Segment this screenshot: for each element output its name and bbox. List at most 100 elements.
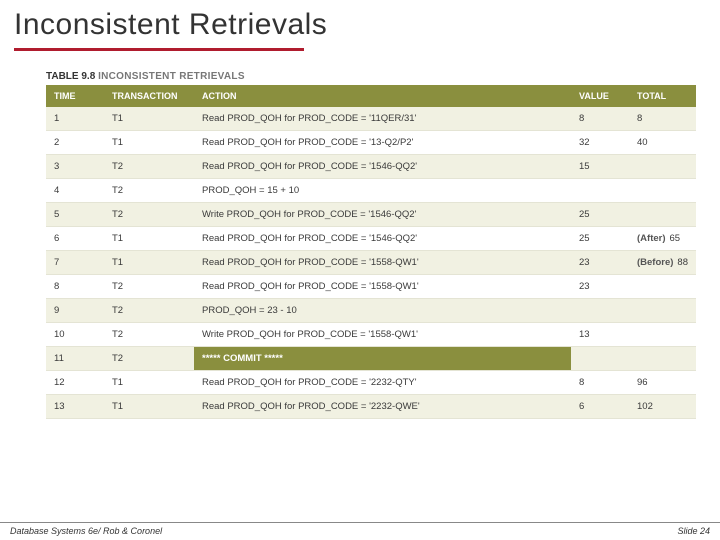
cell-transaction: T2: [104, 299, 194, 323]
total-value: 96: [637, 377, 648, 388]
table-row: 5T2Write PROD_QOH for PROD_CODE = '1546-…: [46, 203, 696, 227]
cell-total: 40: [629, 131, 696, 155]
cell-action: Write PROD_QOH for PROD_CODE = '1546-QQ2…: [194, 203, 571, 227]
cell-action: Read PROD_QOH for PROD_CODE = '11QER/31': [194, 107, 571, 131]
cell-action: Read PROD_QOH for PROD_CODE = '2232-QWE': [194, 395, 571, 419]
total-value: 40: [637, 137, 648, 148]
cell-transaction: T1: [104, 131, 194, 155]
cell-action: Read PROD_QOH for PROD_CODE = '2232-QTY': [194, 371, 571, 395]
cell-value: 6: [571, 395, 629, 419]
cell-time: 8: [46, 275, 104, 299]
table-row: 11T2***** COMMIT *****: [46, 347, 696, 371]
cell-action: Read PROD_QOH for PROD_CODE = '1558-QW1': [194, 251, 571, 275]
cell-time: 2: [46, 131, 104, 155]
cell-value: 23: [571, 251, 629, 275]
cell-total: [629, 323, 696, 347]
cell-transaction: T1: [104, 107, 194, 131]
total-value: 8: [637, 113, 642, 124]
table-row: 2T1Read PROD_QOH for PROD_CODE = '13-Q2/…: [46, 131, 696, 155]
cell-time: 12: [46, 371, 104, 395]
table-row: 4T2PROD_QOH = 15 + 10: [46, 179, 696, 203]
cell-time: 11: [46, 347, 104, 371]
cell-transaction: T1: [104, 227, 194, 251]
cell-total: 8: [629, 107, 696, 131]
cell-total: (After) 65: [629, 227, 696, 251]
footer-slide-number: Slide 24: [677, 526, 710, 536]
cell-value: [571, 347, 629, 371]
table-row: 9T2PROD_QOH = 23 - 10: [46, 299, 696, 323]
cell-value: [571, 179, 629, 203]
cell-total: [629, 203, 696, 227]
table-row: 12T1Read PROD_QOH for PROD_CODE = '2232-…: [46, 371, 696, 395]
table-caption: TABLE 9.8 INCONSISTENT RETRIEVALS: [46, 71, 696, 82]
total-value: 88: [677, 257, 688, 268]
cell-value: 25: [571, 203, 629, 227]
table-number: TABLE 9.8: [46, 71, 95, 82]
table-container: TABLE 9.8 INCONSISTENT RETRIEVALS TIME T…: [46, 71, 696, 419]
cell-transaction: T2: [104, 323, 194, 347]
col-transaction: TRANSACTION: [104, 85, 194, 107]
cell-total: [629, 155, 696, 179]
cell-action: Read PROD_QOH for PROD_CODE = '1546-QQ2': [194, 227, 571, 251]
col-value: VALUE: [571, 85, 629, 107]
cell-time: 3: [46, 155, 104, 179]
cell-total: [629, 347, 696, 371]
cell-transaction: T2: [104, 275, 194, 299]
cell-transaction: T2: [104, 203, 194, 227]
cell-time: 4: [46, 179, 104, 203]
cell-total: 96: [629, 371, 696, 395]
table-row: 6T1Read PROD_QOH for PROD_CODE = '1546-Q…: [46, 227, 696, 251]
cell-action: ***** COMMIT *****: [194, 347, 571, 371]
cell-transaction: T2: [104, 155, 194, 179]
cell-value: 25: [571, 227, 629, 251]
cell-value: 15: [571, 155, 629, 179]
table-row: 10T2Write PROD_QOH for PROD_CODE = '1558…: [46, 323, 696, 347]
cell-time: 9: [46, 299, 104, 323]
cell-total: 102: [629, 395, 696, 419]
footer-source: Database Systems 6e/ Rob & Coronel: [10, 526, 162, 536]
slide-footer: Database Systems 6e/ Rob & Coronel Slide…: [0, 522, 720, 540]
table-header-row: TIME TRANSACTION ACTION VALUE TOTAL: [46, 85, 696, 107]
cell-transaction: T1: [104, 371, 194, 395]
col-total: TOTAL: [629, 85, 696, 107]
retrievals-table: TIME TRANSACTION ACTION VALUE TOTAL 1T1R…: [46, 85, 696, 419]
col-action: ACTION: [194, 85, 571, 107]
table-caption-text: INCONSISTENT RETRIEVALS: [98, 71, 245, 82]
table-row: 13T1Read PROD_QOH for PROD_CODE = '2232-…: [46, 395, 696, 419]
cell-value: 32: [571, 131, 629, 155]
cell-total: [629, 275, 696, 299]
cell-transaction: T2: [104, 347, 194, 371]
cell-time: 13: [46, 395, 104, 419]
cell-action: Write PROD_QOH for PROD_CODE = '1558-QW1…: [194, 323, 571, 347]
cell-total: [629, 179, 696, 203]
cell-action: PROD_QOH = 15 + 10: [194, 179, 571, 203]
cell-time: 1: [46, 107, 104, 131]
cell-time: 7: [46, 251, 104, 275]
cell-value: 8: [571, 371, 629, 395]
title-underline: [14, 48, 304, 51]
table-row: 3T2Read PROD_QOH for PROD_CODE = '1546-Q…: [46, 155, 696, 179]
table-body: 1T1Read PROD_QOH for PROD_CODE = '11QER/…: [46, 107, 696, 419]
cell-action: Read PROD_QOH for PROD_CODE = '1558-QW1': [194, 275, 571, 299]
cell-time: 10: [46, 323, 104, 347]
col-time: TIME: [46, 85, 104, 107]
cell-value: 13: [571, 323, 629, 347]
cell-action: Read PROD_QOH for PROD_CODE = '13-Q2/P2': [194, 131, 571, 155]
cell-value: [571, 299, 629, 323]
total-value: 102: [637, 401, 653, 412]
cell-action: Read PROD_QOH for PROD_CODE = '1546-QQ2': [194, 155, 571, 179]
total-value: 65: [670, 233, 681, 244]
cell-total: [629, 299, 696, 323]
cell-time: 6: [46, 227, 104, 251]
table-row: 8T2Read PROD_QOH for PROD_CODE = '1558-Q…: [46, 275, 696, 299]
cell-action: PROD_QOH = 23 - 10: [194, 299, 571, 323]
cell-value: 23: [571, 275, 629, 299]
total-note: (After): [637, 233, 666, 244]
table-row: 1T1Read PROD_QOH for PROD_CODE = '11QER/…: [46, 107, 696, 131]
cell-value: 8: [571, 107, 629, 131]
slide-title: Inconsistent Retrievals: [14, 8, 706, 42]
slide: Inconsistent Retrievals TABLE 9.8 INCONS…: [0, 0, 720, 540]
cell-time: 5: [46, 203, 104, 227]
cell-total: (Before)88: [629, 251, 696, 275]
cell-transaction: T1: [104, 251, 194, 275]
